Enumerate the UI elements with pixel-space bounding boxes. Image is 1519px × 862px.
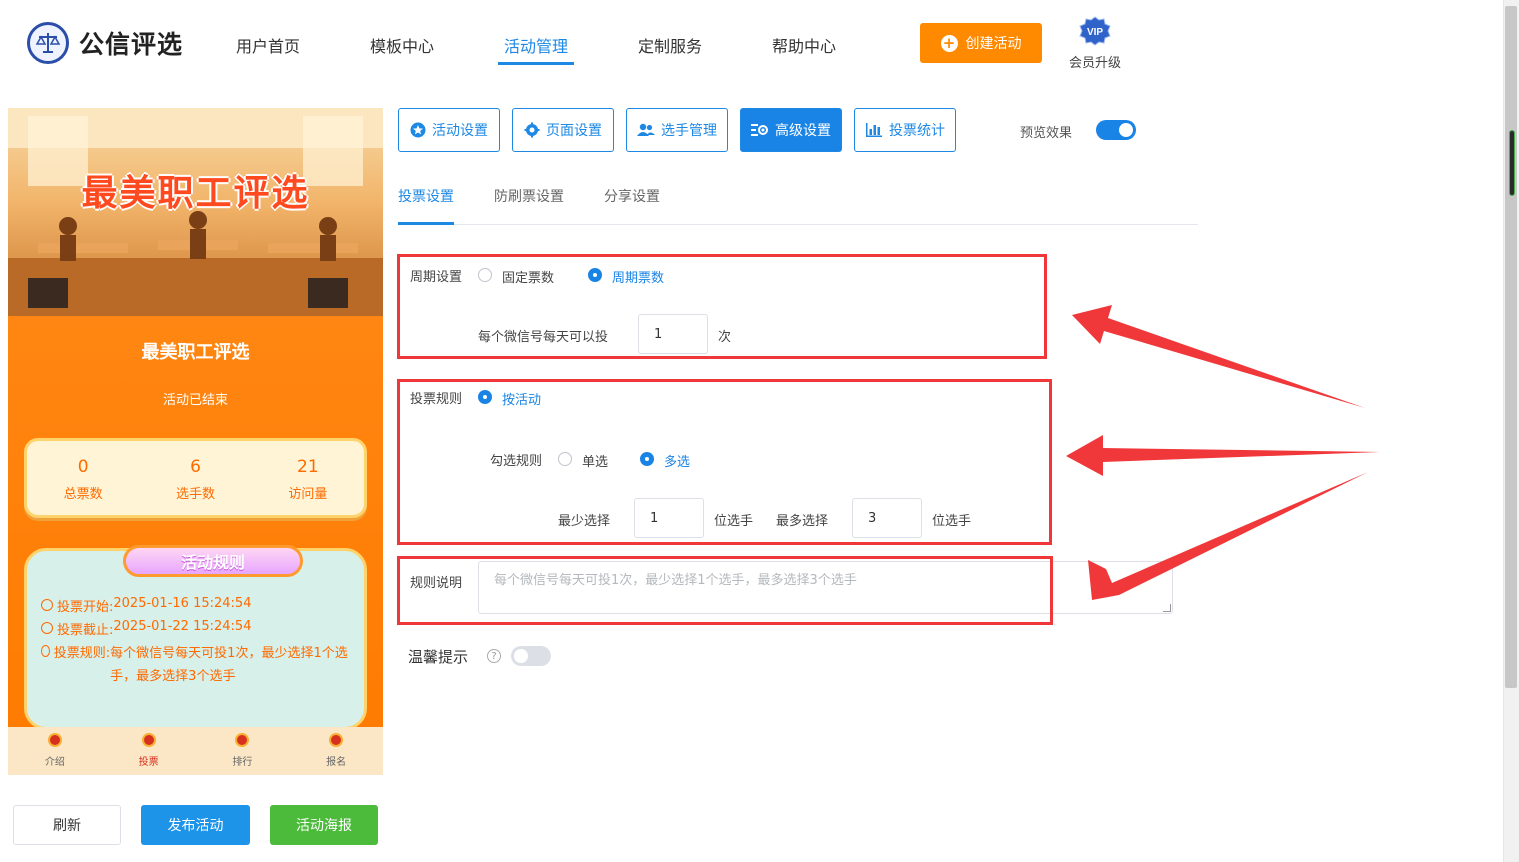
preview-effect-label: 预览效果 [1020, 126, 1073, 141]
gear-icon [524, 122, 540, 138]
rule-start-key: 投票开始: [57, 600, 114, 615]
refresh-button[interactable]: 刷新 [13, 805, 121, 845]
tab-page-settings[interactable]: 页面设置 [512, 108, 614, 152]
highlight-box-description [397, 556, 1053, 625]
tab-label: 页面设置 [546, 123, 602, 139]
tab-advanced-settings[interactable]: 高级设置 [740, 108, 842, 152]
stat-value: 0 [77, 457, 89, 477]
tab-label: 报名 [326, 757, 347, 768]
nav-active-underline [498, 62, 574, 65]
stat-contestants: 6 选手数 [139, 441, 251, 515]
rule-voting-key: 投票规则: [53, 646, 111, 661]
star-icon [410, 122, 426, 138]
warm-tip-label: 温馨提示 [408, 648, 469, 666]
intro-icon [47, 733, 62, 747]
scrollbar-thumb[interactable] [1505, 6, 1517, 688]
subtab-divider [398, 224, 1198, 225]
nav-custom-service[interactable]: 定制服务 [638, 33, 702, 57]
create-activity-button[interactable]: + 创建活动 [920, 23, 1042, 63]
users-icon [637, 122, 655, 138]
subtab-share-settings[interactable]: 分享设置 [604, 186, 660, 206]
tab-label: 投票统计 [889, 123, 945, 139]
rule-end-key: 投票截止: [57, 623, 114, 638]
tab-vote-statistics[interactable]: 投票统计 [854, 108, 956, 152]
tab-label: 活动设置 [432, 123, 488, 139]
clock-icon [41, 622, 53, 634]
rule-voting-value: 每个微信号每天可投1次，最少选择1个选手，最多选择3个选手 [110, 646, 348, 684]
tab-intro[interactable]: 介绍 [8, 727, 102, 775]
stat-label: 访问量 [288, 487, 328, 502]
tab-vote[interactable]: 投票 [102, 727, 196, 775]
subtab-vote-settings[interactable]: 投票设置 [398, 186, 454, 206]
tab-signup[interactable]: 报名 [289, 727, 383, 775]
info-icon [41, 645, 50, 657]
clock-icon [41, 599, 53, 611]
mobile-preview: 最美职工评选 最美职工评选 活动已结束 0 总票数 6 选手数 21 访问量 活… [8, 108, 383, 775]
stat-value: 21 [297, 457, 319, 477]
preview-effect-toggle[interactable] [1096, 120, 1136, 140]
create-activity-label: 创建活动 [965, 36, 1022, 52]
rule-start: 投票开始: 2025-01-16 15:24:54 [41, 596, 251, 615]
rule-end: 投票截止: 2025-01-22 15:24:54 [41, 619, 251, 638]
tab-label: 高级设置 [775, 123, 831, 139]
question-icon[interactable]: ? [487, 649, 501, 663]
nav-help-center[interactable]: 帮助中心 [772, 33, 836, 57]
scroll-indicator [1509, 130, 1515, 196]
highlight-box-cycle [397, 254, 1047, 359]
tab-contestant-management[interactable]: 选手管理 [626, 108, 728, 152]
activity-title: 最美职工评选 [141, 342, 250, 363]
vip-upgrade[interactable]: VIP 会员升级 [1066, 16, 1124, 71]
stats-card: 0 总票数 6 选手数 21 访问量 [24, 438, 367, 518]
logo[interactable]: 公信评选 [27, 22, 183, 64]
arrow-1-icon [1072, 305, 1365, 408]
stat-label: 选手数 [175, 487, 215, 502]
rule-voting: 投票规则: 每个微信号每天可投1次，最少选择1个选手，最多选择3个选手 [41, 642, 356, 688]
subtab-anti-fraud-settings[interactable]: 防刷票设置 [494, 186, 564, 206]
signup-icon [329, 733, 344, 747]
rules-title: 活动规则 [123, 545, 303, 577]
stat-total-votes: 0 总票数 [27, 441, 139, 515]
rule-start-value: 2025-01-16 15:24:54 [113, 596, 252, 611]
nav-template-center[interactable]: 模板中心 [370, 33, 434, 57]
tab-label: 介绍 [44, 757, 65, 768]
stat-visits: 21 访问量 [252, 441, 364, 515]
highlight-box-vote-rule [397, 379, 1052, 545]
nav-activity-management[interactable]: 活动管理 [504, 33, 568, 57]
stat-value: 6 [190, 457, 201, 477]
nav-user-home[interactable]: 用户首页 [236, 33, 300, 57]
vote-icon [141, 733, 156, 747]
sliders-icon [751, 122, 769, 138]
tab-label: 排行 [232, 757, 253, 768]
arrow-2-icon [1066, 435, 1380, 476]
banner-title: 最美职工评选 [81, 173, 310, 214]
warm-tip-toggle[interactable] [511, 646, 551, 666]
vip-badge-text: VIP [1087, 27, 1103, 38]
vip-badge-icon: VIP [1079, 16, 1111, 46]
activity-status: 活动已结束 [162, 393, 228, 408]
ranking-icon [235, 733, 250, 747]
vip-label: 会员升级 [1068, 56, 1121, 71]
resize-handle-icon[interactable] [1163, 604, 1171, 612]
mobile-tabbar: 介绍 投票 排行 报名 [8, 727, 383, 775]
rule-end-value: 2025-01-22 15:24:54 [113, 619, 252, 634]
tab-label: 选手管理 [661, 123, 717, 139]
activity-poster-button[interactable]: 活动海报 [270, 805, 378, 845]
banner-image: 最美职工评选 [8, 108, 383, 316]
tab-activity-settings[interactable]: 活动设置 [398, 108, 500, 152]
stat-label: 总票数 [63, 487, 103, 502]
subtab-active-underline [398, 222, 454, 225]
plus-circle-icon: + [940, 34, 958, 52]
bar-chart-icon [865, 122, 883, 138]
logo-text: 公信评选 [79, 30, 184, 59]
publish-activity-button[interactable]: 发布活动 [141, 805, 250, 845]
tab-ranking[interactable]: 排行 [196, 727, 290, 775]
rules-card: 活动规则 投票开始: 2025-01-16 15:24:54 投票截止: 202… [24, 545, 367, 730]
tab-label: 投票 [138, 757, 159, 768]
scales-icon [27, 22, 69, 64]
